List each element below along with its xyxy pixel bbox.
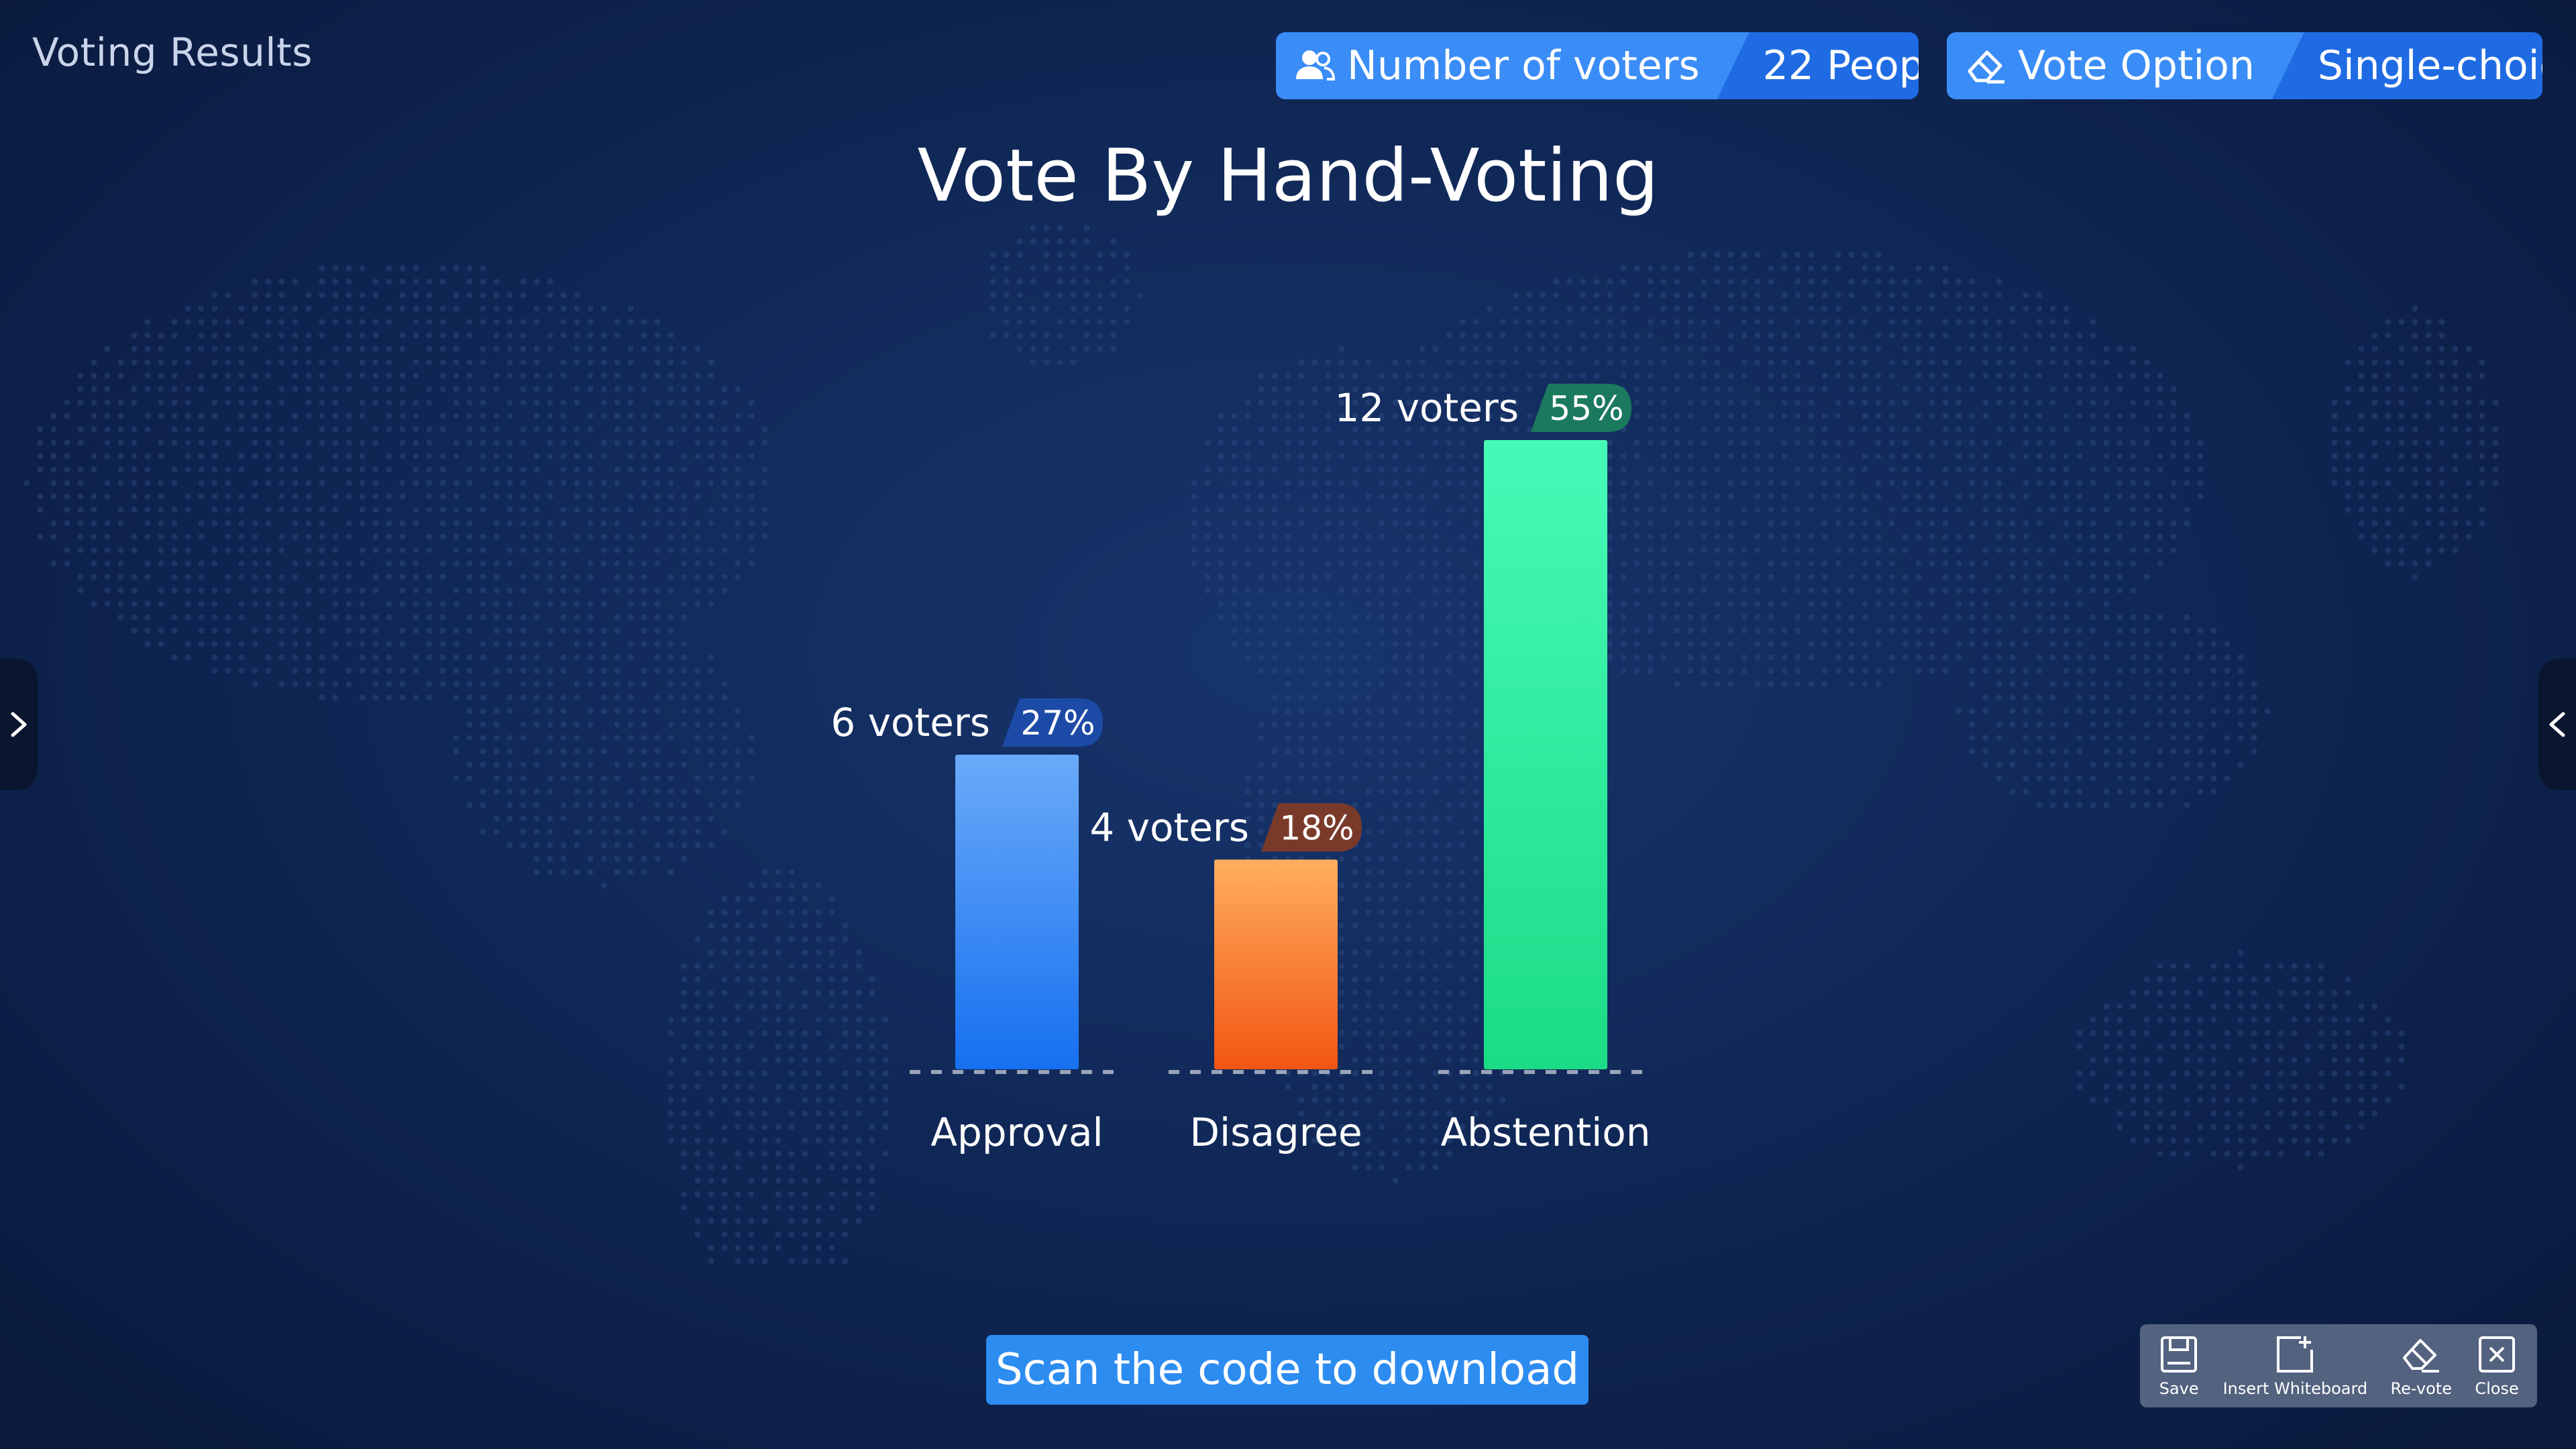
- re-vote-label: Re-vote: [2390, 1379, 2452, 1398]
- save-label: Save: [2159, 1379, 2199, 1398]
- category-label: Disagree: [1189, 1110, 1362, 1155]
- re-vote-button[interactable]: Re-vote: [2391, 1334, 2452, 1398]
- save-button[interactable]: Save: [2158, 1334, 2200, 1398]
- bar-value-label: 12 voters: [1334, 385, 1519, 431]
- bar-disagree: [1214, 859, 1338, 1069]
- bar-chart: 6 voters 27% Approval 4 voters 18% Disagree 12…: [830, 384, 1653, 1155]
- bar-value-label: 6 voters: [830, 700, 990, 745]
- percent-label: 27%: [1020, 704, 1095, 743]
- insert-whiteboard-icon: [2277, 1336, 2314, 1373]
- save-icon: [2161, 1336, 2198, 1373]
- close-label: Close: [2475, 1379, 2519, 1398]
- insert-whiteboard-button[interactable]: Insert Whiteboard: [2222, 1334, 2368, 1398]
- expand-left-panel-button[interactable]: [0, 659, 38, 790]
- action-toolbar: Save Insert Whiteboard Re-vote Close: [2140, 1324, 2537, 1407]
- close-icon: [2479, 1336, 2516, 1373]
- expand-right-panel-button[interactable]: [2538, 659, 2576, 790]
- close-button[interactable]: Close: [2475, 1334, 2519, 1398]
- percent-label: 55%: [1549, 389, 1623, 428]
- scan-to-download-button[interactable]: Scan the code to download: [986, 1335, 1589, 1405]
- chevron-right-icon: [11, 712, 27, 737]
- re-vote-icon: [2403, 1339, 2440, 1373]
- insert-whiteboard-label: Insert Whiteboard: [2222, 1379, 2368, 1398]
- bar-abstention: [1484, 440, 1607, 1069]
- category-label: Abstention: [1441, 1110, 1651, 1155]
- category-label: Approval: [930, 1110, 1103, 1155]
- bar-value-label: 4 voters: [1089, 804, 1249, 850]
- chevron-left-icon: [2549, 712, 2565, 737]
- bar-approval: [955, 755, 1079, 1069]
- percent-label: 18%: [1279, 808, 1354, 847]
